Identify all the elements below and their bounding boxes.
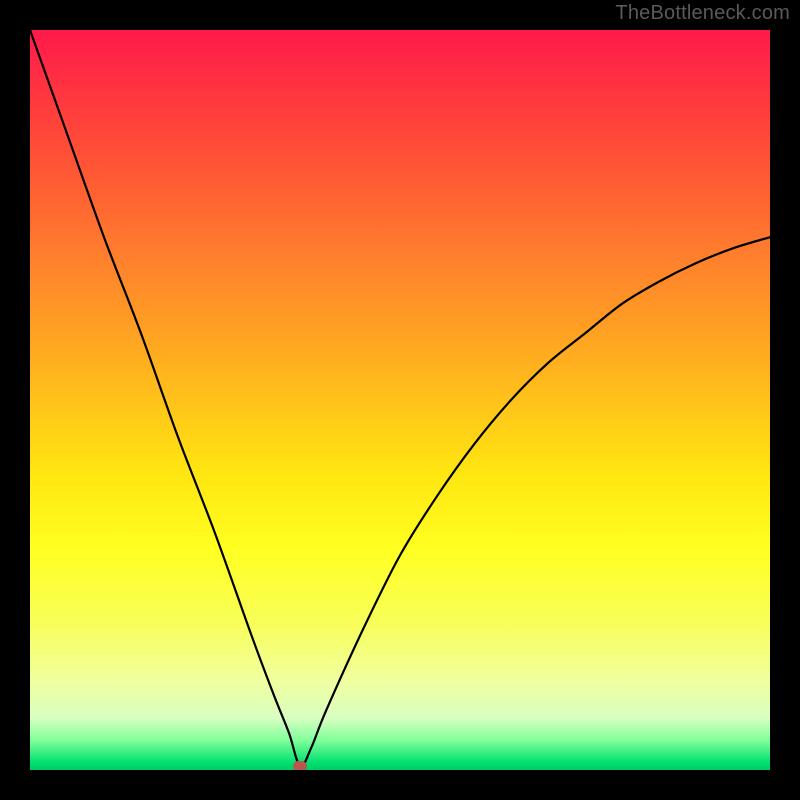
minimum-marker: [293, 761, 307, 770]
bottleneck-curve: [30, 30, 770, 770]
watermark-text: TheBottleneck.com: [615, 2, 790, 25]
chart-stage: TheBottleneck.com: [0, 0, 800, 800]
plot-area: [30, 30, 770, 770]
